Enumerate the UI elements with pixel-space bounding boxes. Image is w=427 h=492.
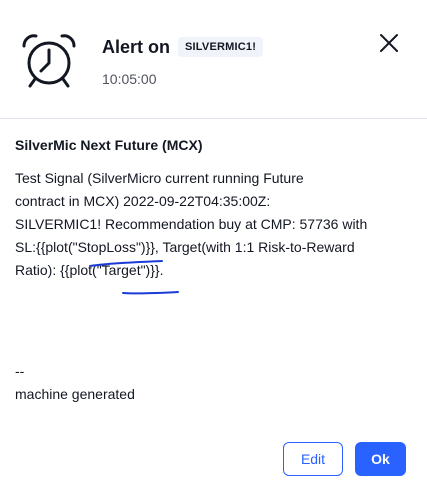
symbol-badge: SILVERMIC1! — [178, 37, 264, 57]
message-footer: -- machine generated — [15, 363, 135, 402]
title-row: Alert on SILVERMIC1! — [102, 36, 264, 58]
edit-button[interactable]: Edit — [283, 442, 343, 476]
alert-message: SilverMic Next Future (MCX) Test Signal … — [15, 135, 410, 282]
alert-header: Alert on SILVERMIC1! 10:05:00 — [0, 0, 427, 119]
message-body: Test Signal (SilverMicro current running… — [15, 170, 368, 278]
ok-button[interactable]: Ok — [355, 442, 406, 476]
alert-time: 10:05:00 — [102, 71, 157, 87]
alert-dialog: Alert on SILVERMIC1! 10:05:00 SilverMic … — [0, 0, 427, 492]
close-icon — [380, 34, 398, 52]
alarm-clock-icon — [22, 34, 76, 88]
underline-target — [122, 291, 179, 295]
close-button[interactable] — [376, 30, 402, 56]
message-title: SilverMic Next Future (MCX) — [15, 137, 203, 153]
alert-title: Alert on — [102, 37, 171, 57]
